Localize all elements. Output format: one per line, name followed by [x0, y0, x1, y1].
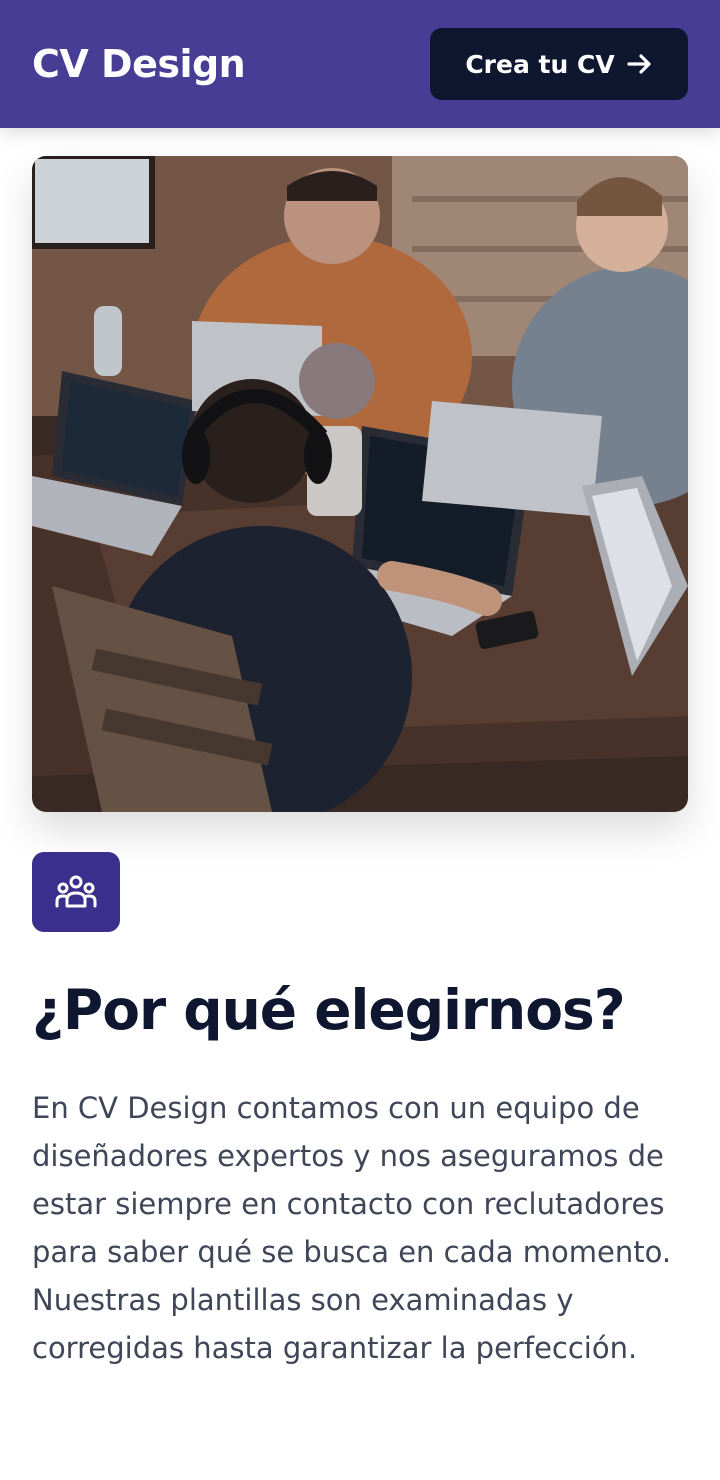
create-cv-button[interactable]: Crea tu CV	[430, 28, 688, 100]
hero-image	[32, 156, 688, 812]
users-group-icon	[32, 852, 120, 932]
create-cv-button-label: Crea tu CV	[465, 49, 615, 79]
section-title: ¿Por qué elegirnos?	[32, 978, 626, 1042]
arrow-right-icon	[627, 52, 653, 76]
site-header: CV Design Crea tu CV	[0, 0, 720, 128]
brand-logo-text[interactable]: CV Design	[32, 36, 246, 92]
section-description: En CV Design contamos con un equipo de d…	[32, 1091, 672, 1365]
